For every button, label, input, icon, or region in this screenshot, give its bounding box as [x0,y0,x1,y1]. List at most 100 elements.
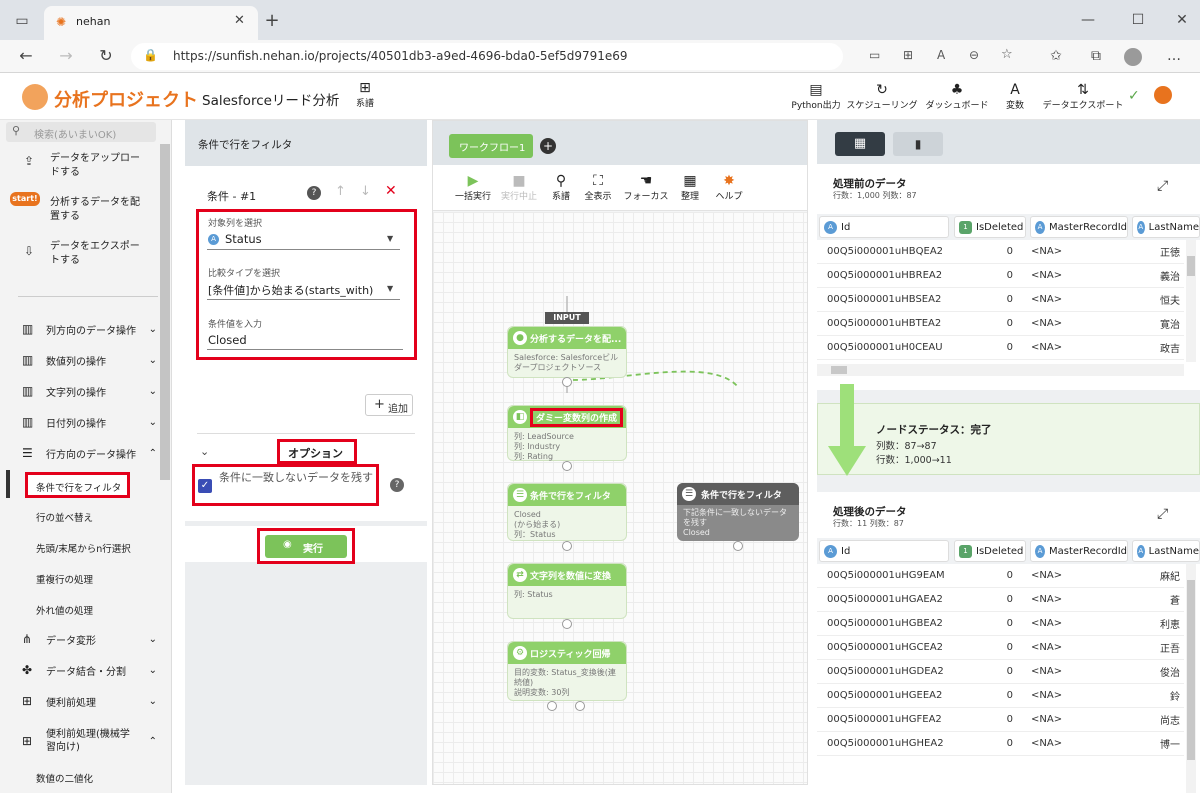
sidebar-item-outliers[interactable]: 外れ値の処理 [36,603,93,617]
compare-type-select[interactable]: [条件値]から始まる(starts_with) ▼ [207,280,400,300]
user-avatar-icon[interactable] [1154,86,1172,104]
node-port[interactable] [547,701,557,711]
node-port[interactable] [562,461,572,471]
new-tab-icon[interactable]: + [260,9,284,33]
keep-unmatched-option[interactable]: ✓ 条件に一致しないデータを残す [192,464,379,506]
column-header-id[interactable]: A Id [819,216,949,238]
sidebar-item-head-tail[interactable]: 先頭/末尾からn行選択 [36,541,131,555]
condition-value-input[interactable]: Closed [207,330,403,350]
table-row[interactable]: 00Q5i000001uHGAEA2 0 <NA> 蒼 [817,588,1184,612]
node-port[interactable] [562,377,572,387]
lineage-tool-button[interactable]: ⚲ 系譜 [547,173,575,202]
table-row[interactable]: 00Q5i000001uHGDEA2 0 <NA> 俊治 [817,660,1184,684]
back-icon[interactable]: ← [14,44,38,68]
node-port[interactable] [575,701,585,711]
help-icon[interactable]: ? [390,478,404,492]
sidebar-upload-data[interactable]: データをアップロードする [50,152,140,180]
table-row[interactable]: 00Q5i000001uHGEEA2 0 <NA> 鈴 [817,684,1184,708]
focus-button[interactable]: ☚ フォーカス [623,173,669,202]
run-button[interactable]: ◉ 実行 [265,535,347,558]
add-workflow-icon[interactable]: + [540,138,556,154]
table-row[interactable]: 00Q5i000001uHGBEA2 0 <NA> 利恵 [817,612,1184,636]
menu-handy-preprocess[interactable]: ⊞ 便利前処理 ⌄ [22,691,157,711]
sidebar-item-duplicates[interactable]: 重複行の処理 [36,572,93,586]
search-input[interactable]: ⚲ 検索(あいまいOK) [6,122,156,142]
table-row[interactable]: 00Q5i000001uH0CEAU 0 <NA> 政吉 [817,336,1184,360]
checkbox-checked-icon[interactable]: ✓ [198,479,212,493]
sidebar-item-binarize[interactable]: 数値の二値化 [36,771,93,785]
scrollbar-thumb[interactable] [1187,256,1195,276]
stop-button[interactable]: ■ 実行中止 [499,173,539,202]
column-header-id[interactable]: A Id [819,540,949,562]
reload-icon[interactable]: ↻ [94,44,118,68]
sidebar-toggle-icon[interactable]: ▭ [10,9,34,33]
favorites-icon[interactable]: ✩ [1044,44,1068,68]
apps-icon[interactable]: ⊞ [903,48,913,62]
table-row[interactable]: 00Q5i000001uHBREA2 0 <NA> 義治 [817,264,1184,288]
node-filter-rows-dragging[interactable]: ☰ 条件で行をフィルタ 下記条件に一致しないデータを残す Closed [677,483,799,541]
table-row[interactable]: 00Q5i000001uHG9EAM 0 <NA> 麻紀 [817,564,1184,588]
move-down-icon[interactable]: ↓ [360,184,371,199]
menu-data-join[interactable]: ✤ データ結合・分割 ⌄ [22,660,157,680]
scrollbar-thumb[interactable] [831,366,847,374]
python-export-button[interactable]: ▤ Python出力 [786,82,846,111]
vertical-scrollbar[interactable] [1186,240,1196,362]
column-header-isdeleted[interactable]: 1 IsDeleted [954,540,1026,562]
forward-icon[interactable]: → [54,44,78,68]
node-place-data[interactable]: ● 分析するデータを配... Salesforce: Salesforceビルダー… [507,326,627,378]
node-port[interactable] [562,541,572,551]
sidebar-item-sort-rows[interactable]: 行の並べ替え [36,510,93,524]
show-all-button[interactable]: ⛶ 全表示 [581,173,615,202]
node-string-to-number[interactable]: ⇄ 文字列を数値に変換 列: Status [507,563,627,619]
column-header-lastname[interactable]: A LastName [1132,540,1200,562]
lineage-button[interactable]: ⊞ 系譜 [352,80,378,109]
horizontal-scrollbar[interactable] [817,364,1184,376]
options-collapse-icon[interactable]: ⌄ [200,445,209,458]
chart-view-icon[interactable]: ▮ [893,132,943,156]
menu-row-ops[interactable]: ☰ 行方向のデータ操作 ⌃ [22,443,157,463]
expand-icon[interactable]: ⤢ [1157,178,1168,194]
sidebar-place-data[interactable]: 分析するデータを配置する [50,196,142,224]
add-condition-button[interactable]: + 追加 [365,394,413,416]
table-row[interactable]: 00Q5i000001uHBQEA2 0 <NA> 正徳 [817,240,1184,264]
collections-icon[interactable]: ⧉ [1084,44,1108,68]
scrollbar-thumb[interactable] [1187,580,1195,760]
browser-tab[interactable]: ✺ nehan ✕ [44,6,258,40]
zoom-icon[interactable]: ⊖ [969,48,979,62]
profile-avatar[interactable] [1124,48,1142,66]
table-row[interactable]: 00Q5i000001uHBSEA2 0 <NA> 恒夫 [817,288,1184,312]
node-filter-rows[interactable]: ☰ 条件で行をフィルタ Closed (から始まる) 列：Status [507,483,627,541]
node-logistic-regression[interactable]: ⚙ ロジスティック回帰 目的変数: Status_変換後(連続値) 説明変数: 30… [507,641,627,701]
table-row[interactable]: 00Q5i000001uHBTEA2 0 <NA> 寛治 [817,312,1184,336]
run-all-button[interactable]: ▶ 一括実行 [453,173,493,202]
column-header-isdeleted[interactable]: 1 IsDeleted [954,216,1026,238]
more-icon[interactable]: … [1162,44,1186,68]
sidebar-export-data[interactable]: データをエクスポートする [50,240,142,268]
column-header-masterrecordid[interactable]: A MasterRecordId [1030,216,1128,238]
project-name[interactable]: Salesforceリード分析 [202,89,339,109]
table-row[interactable]: 00Q5i000001uHGFEA2 0 <NA> 尚志 [817,708,1184,732]
menu-column-ops[interactable]: ▥ 列方向のデータ操作 ⌄ [22,319,157,339]
sidebar-scrollbar[interactable] [160,144,170,480]
sidebar-item-filter-rows[interactable]: 条件で行をフィルタ [25,472,130,498]
table-view-icon[interactable]: ▦ [835,132,885,156]
close-tab-icon[interactable]: ✕ [234,13,245,28]
expand-icon[interactable]: ⤢ [1157,506,1168,522]
dashboard-button[interactable]: ♣ ダッシュボード [924,82,990,111]
column-header-lastname[interactable]: A LastName [1132,216,1200,238]
help-button[interactable]: ✸ ヘルプ [713,173,745,202]
tab-workflow-1[interactable]: ワークフロー1 [449,134,533,158]
table-row[interactable]: 00Q5i000001uHGHEA2 0 <NA> 博一 [817,732,1184,756]
brand-title[interactable]: 分析プロジェクト [54,86,198,112]
minimize-icon[interactable]: — [1076,8,1100,32]
target-column-select[interactable]: A Status ▼ [207,230,400,250]
workflow-canvas[interactable]: INPUT ● 分析するデータを配... Salesforce: Salesfor… [433,212,807,784]
table-row[interactable]: 00Q5i000001uHGCEA2 0 <NA> 正吾 [817,636,1184,660]
node-port[interactable] [733,541,743,551]
app-available-icon[interactable]: ▭ [869,48,880,62]
node-port[interactable] [562,619,572,629]
menu-date-ops[interactable]: ▥ 日付列の操作 ⌄ [22,412,157,432]
arrange-button[interactable]: ▦ 整理 [677,173,703,202]
move-up-icon[interactable]: ↑ [335,184,346,199]
delete-condition-icon[interactable]: ✕ [385,183,397,199]
